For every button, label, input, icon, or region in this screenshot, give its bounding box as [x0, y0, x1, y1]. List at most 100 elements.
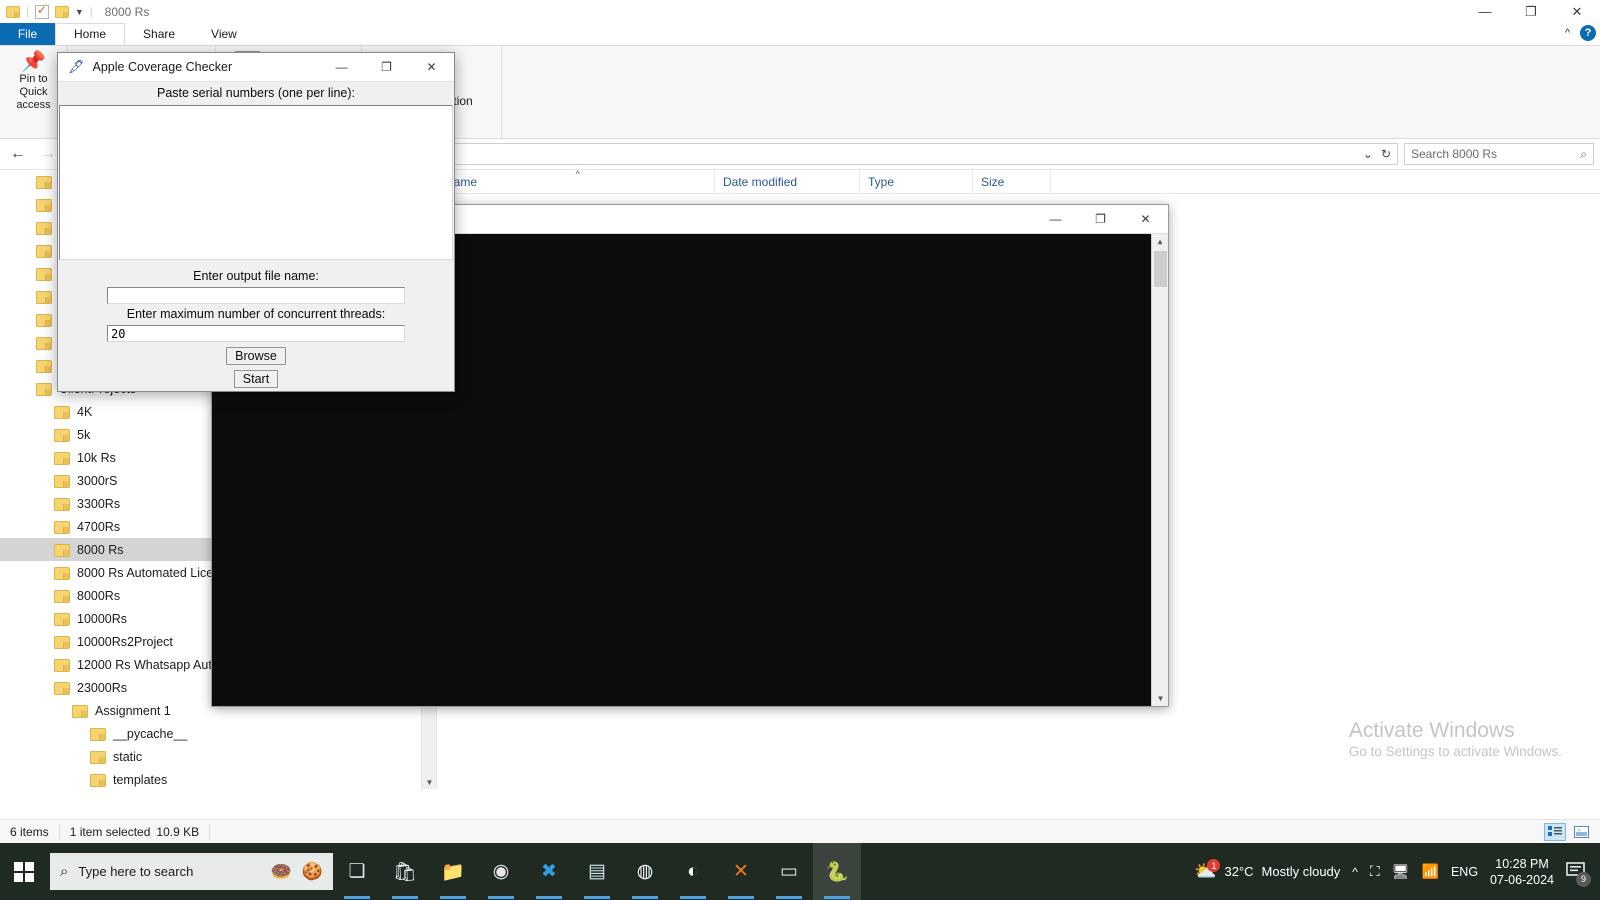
dialog-minimize-button[interactable]: —	[319, 53, 364, 81]
serial-numbers-textarea[interactable]	[59, 105, 453, 260]
task-view-icon[interactable]: ❏	[333, 843, 381, 900]
python-app-icon[interactable]: 🐍	[813, 843, 861, 900]
scroll-down-icon[interactable]: ▼	[422, 775, 437, 789]
clock[interactable]: 10:28 PM 07-06-2024	[1490, 856, 1554, 888]
google-chrome-icon-glyph: ◉	[493, 860, 510, 883]
tree-item-label: 4700Rs	[77, 520, 120, 534]
dialog-close-button[interactable]: ✕	[409, 53, 454, 81]
details-view-icon[interactable]	[1544, 823, 1566, 841]
notification-center-button[interactable]: 9	[1566, 861, 1588, 883]
command-prompt-icon[interactable]: ▭	[765, 843, 813, 900]
tray-chevron-up-icon[interactable]: ^	[1352, 865, 1358, 879]
chevron-up-icon[interactable]: ^	[1565, 27, 1570, 39]
folder-icon	[54, 521, 70, 534]
folder-icon	[54, 567, 70, 580]
start-button[interactable]	[0, 843, 48, 900]
tree-item[interactable]: static	[0, 745, 436, 768]
new-folder-icon[interactable]	[55, 6, 69, 18]
help-icon[interactable]: ?	[1580, 25, 1596, 41]
task-view-icon-glyph: ❏	[348, 860, 365, 883]
search-icon[interactable]: ⌕	[1580, 147, 1587, 162]
notification-count: 9	[1576, 872, 1591, 887]
folder-icon	[90, 728, 106, 741]
terminal-minimize-button[interactable]: —	[1033, 205, 1078, 233]
microsoft-store-icon[interactable]: 🛍	[381, 843, 429, 900]
quick-access-toolbar: | ▼ | 8000 Rs	[0, 5, 149, 19]
output-file-label: Enter output file name:	[58, 266, 454, 287]
tree-item-label: Assignment 1	[95, 704, 171, 718]
tab-view[interactable]: View	[193, 23, 255, 45]
minimize-button[interactable]: —	[1462, 0, 1508, 23]
tree-item-label: 10000Rs	[77, 612, 127, 626]
sticky-notes-icon[interactable]: ▤	[573, 843, 621, 900]
terminal-scroll-down-icon[interactable]: ▼	[1152, 691, 1168, 706]
search-input[interactable]: Search 8000 Rs ⌕	[1404, 143, 1594, 165]
folder-icon[interactable]	[6, 6, 20, 18]
tree-item[interactable]: templates	[0, 768, 436, 789]
microsoft-store-icon-glyph: 🛍	[393, 860, 417, 884]
vs-code-icon[interactable]: ✖	[525, 843, 573, 900]
explorer-title-bar: | ▼ | 8000 Rs — ❐ ✕	[0, 0, 1600, 23]
folder-icon	[54, 475, 70, 488]
tree-item[interactable]: __pycache__	[0, 722, 436, 745]
tab-share[interactable]: Share	[125, 23, 193, 45]
tab-file[interactable]: File	[0, 23, 55, 45]
back-button[interactable]: ←	[6, 145, 30, 163]
folder-icon	[54, 452, 70, 465]
xampp-icon[interactable]: ✕	[717, 843, 765, 900]
apple-coverage-checker-dialog[interactable]: 🖋 Apple Coverage Checker — ❐ ✕ Paste ser…	[57, 52, 455, 392]
taskbar-search-input[interactable]: ⌕ Type here to search 🍩 🍪	[50, 853, 333, 890]
app-circle-icon-glyph: ◍	[637, 860, 654, 883]
pin-icon: 📌	[21, 51, 46, 73]
terminal-scrollbar[interactable]: ▲ ▼	[1151, 234, 1168, 706]
camera-icon[interactable]: ⛶	[1370, 863, 1380, 880]
language-indicator[interactable]: ENG	[1451, 865, 1478, 879]
money-app-icon[interactable]: ◐	[669, 843, 717, 900]
properties-check-icon[interactable]	[35, 5, 49, 19]
tree-item-label: 10000Rs2Project	[77, 635, 173, 649]
tree-item-label: 5k	[77, 428, 90, 442]
tab-home[interactable]: Home	[55, 23, 125, 45]
terminal-maximize-button[interactable]: ❐	[1078, 205, 1123, 233]
close-button[interactable]: ✕	[1554, 0, 1600, 23]
file-explorer-icon[interactable]: 📁	[429, 843, 477, 900]
wifi-icon[interactable]: 📶	[1422, 863, 1439, 880]
window-title: 8000 Rs	[105, 5, 150, 19]
start-button[interactable]: Start	[234, 370, 278, 388]
app-circle-icon[interactable]: ◍	[621, 843, 669, 900]
ribbon-right-controls: ^ ?	[1565, 25, 1596, 41]
dialog-maximize-button[interactable]: ❐	[364, 53, 409, 81]
folder-icon	[36, 199, 52, 212]
remote-display-icon[interactable]: 🖥	[1392, 863, 1410, 880]
terminal-scroll-up-icon[interactable]: ▲	[1152, 234, 1168, 249]
cookie-emoji-icon: 🍪	[302, 862, 323, 882]
column-type-label: Type	[868, 175, 894, 189]
refresh-icon[interactable]: ↻	[1381, 147, 1391, 161]
folder-icon	[36, 291, 52, 304]
threads-input[interactable]: 20	[107, 325, 405, 342]
output-file-input[interactable]	[107, 287, 405, 304]
browse-button[interactable]: Browse	[226, 347, 286, 365]
google-chrome-icon[interactable]: ◉	[477, 843, 525, 900]
terminal-window-controls: — ❐ ✕	[1033, 205, 1168, 233]
system-tray: ⛅ 1 32°C Mostly cloudy ^ ⛶ 🖥 📶 ENG 10:28…	[1194, 856, 1600, 888]
large-icons-view-icon[interactable]	[1570, 823, 1592, 841]
column-size[interactable]: Size	[973, 170, 1051, 194]
command-prompt-icon-glyph: ▭	[780, 860, 798, 883]
customize-caret-icon[interactable]: ▼	[75, 7, 84, 17]
python-app-icon-glyph: 🐍	[825, 860, 849, 884]
status-item-count: 6 items	[0, 824, 60, 840]
column-date-modified[interactable]: Date modified	[715, 170, 860, 194]
folder-icon	[36, 176, 52, 189]
terminal-scroll-thumb[interactable]	[1154, 251, 1167, 287]
pin-to-quick-access-button[interactable]: 📌 Pin to Quick access	[6, 49, 61, 112]
terminal-close-button[interactable]: ✕	[1123, 205, 1168, 233]
weather-widget[interactable]: ⛅ 1 32°C Mostly cloudy	[1194, 861, 1340, 882]
column-type[interactable]: Type	[860, 170, 973, 194]
dialog-title-bar: 🖋 Apple Coverage Checker — ❐ ✕	[58, 53, 454, 82]
windows-start-icon	[14, 862, 34, 882]
tree-item-label: 10k Rs	[77, 451, 116, 465]
maximize-button[interactable]: ❐	[1508, 0, 1554, 23]
address-dropdown-icon[interactable]: ⌄	[1363, 147, 1373, 161]
column-name[interactable]: Name ^	[437, 170, 715, 194]
